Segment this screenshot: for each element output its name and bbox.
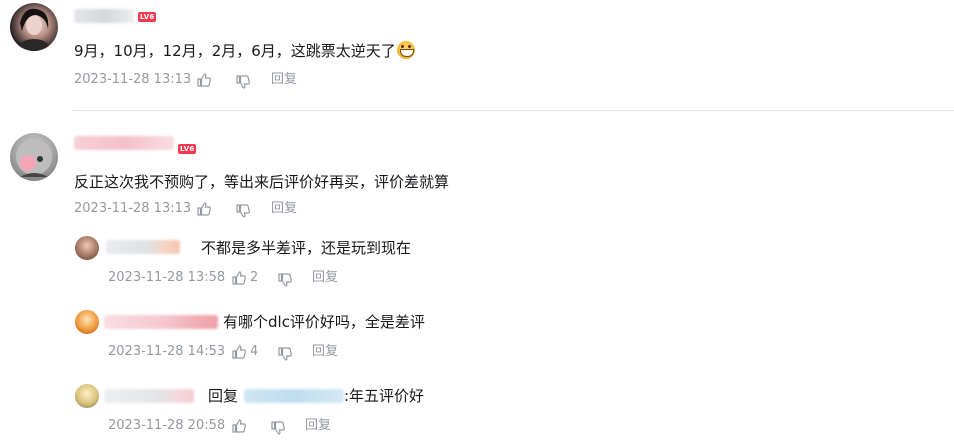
dislike-icon[interactable]	[235, 74, 251, 90]
reply-prefix: 回复	[208, 387, 239, 405]
reply-time: 2023-11-28 14:53	[108, 344, 226, 359]
avatar[interactable]	[75, 384, 99, 408]
avatar[interactable]	[10, 133, 58, 181]
reply-button[interactable]: 回复	[271, 200, 297, 218]
comment-content: 反正这次我不预购了，等出来后评价好再买，评价差就算	[74, 173, 450, 191]
dislike-icon[interactable]	[235, 203, 251, 219]
reply-time: 2023-11-28 13:58	[108, 270, 226, 285]
level-badge: LV6	[138, 12, 157, 22]
comment-item: LV6 反正这次我不预购了，等出来后评价好再买，评价差就算 2023-11-28…	[0, 111, 954, 440]
comment-content: 9月，10月，12月，2月，6月，这跳票太逆天了	[74, 40, 415, 62]
reply-content: :年五评价好	[344, 387, 425, 405]
comment-time: 2023-11-28 13:13	[74, 72, 192, 87]
avatar[interactable]	[75, 310, 99, 334]
like-icon[interactable]	[196, 201, 212, 217]
like-icon[interactable]	[196, 72, 212, 88]
mentioned-username-masked[interactable]	[244, 389, 344, 403]
username-masked[interactable]	[74, 136, 174, 150]
like-count: 2	[250, 270, 259, 285]
dislike-icon[interactable]	[277, 272, 293, 288]
like-count: 4	[250, 344, 259, 359]
avatar[interactable]	[75, 236, 99, 260]
reply-button[interactable]: 回复	[312, 269, 338, 287]
username-masked[interactable]	[74, 9, 134, 23]
like-icon[interactable]	[231, 270, 247, 286]
comment-item: LV6 9月，10月，12月，2月，6月，这跳票太逆天了 2023-11-28 …	[0, 0, 954, 110]
reply-button[interactable]: 回复	[271, 71, 297, 89]
grin-emoji-icon	[396, 41, 415, 59]
reply-time: 2023-11-28 20:58	[108, 418, 226, 433]
like-icon[interactable]	[231, 344, 247, 360]
avatar[interactable]	[10, 3, 58, 51]
username-masked[interactable]	[106, 240, 180, 254]
reply-button[interactable]: 回复	[312, 343, 338, 361]
comment-time: 2023-11-28 13:13	[74, 201, 192, 216]
reply-content: 不都是多半差评，还是玩到现在	[201, 239, 412, 257]
reply-button[interactable]: 回复	[305, 417, 331, 435]
avatar-portrait-icon	[18, 8, 50, 51]
reply-content: 有哪个dlc评价好吗，全是差评	[223, 313, 425, 331]
dislike-icon[interactable]	[277, 346, 293, 362]
like-icon[interactable]	[231, 418, 247, 434]
level-badge: LV6	[178, 144, 197, 154]
dislike-icon[interactable]	[270, 420, 286, 436]
username-masked[interactable]	[104, 389, 194, 403]
username-masked[interactable]	[104, 315, 218, 329]
avatar-character-icon	[16, 139, 52, 177]
